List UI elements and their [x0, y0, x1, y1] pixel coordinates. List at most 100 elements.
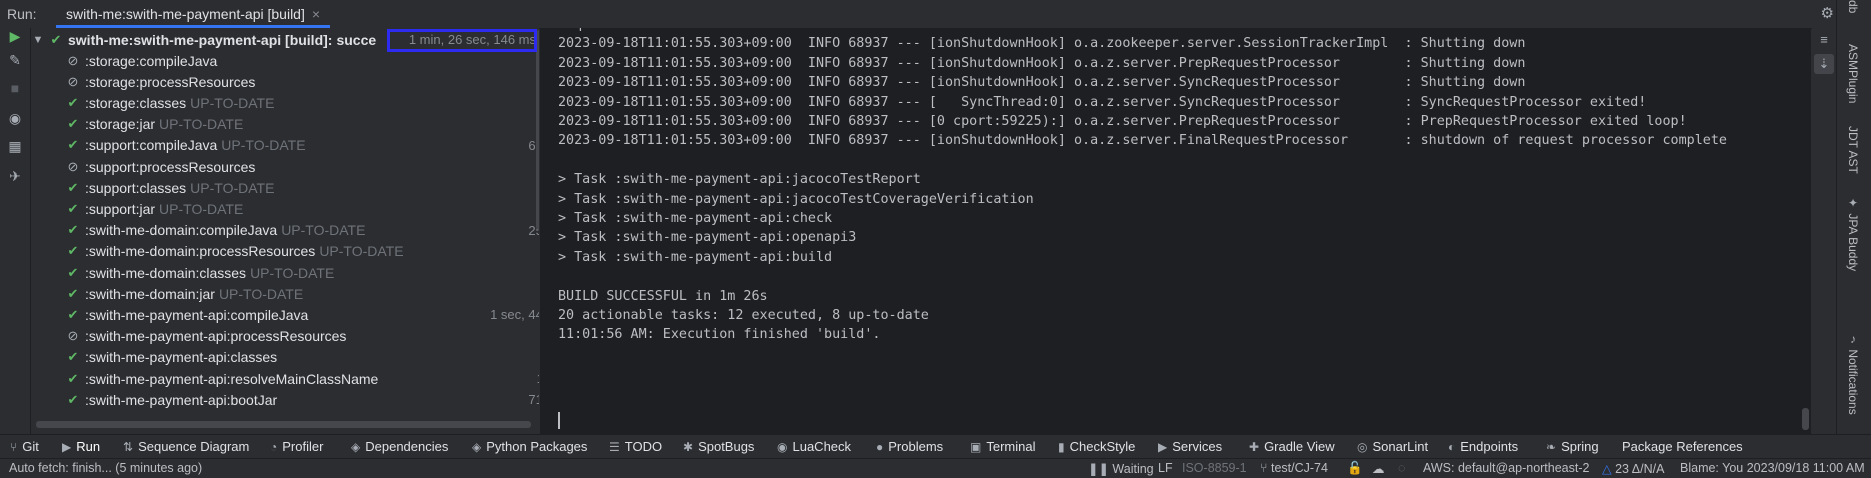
- toolwindow-label: CheckStyle: [1069, 439, 1136, 454]
- stop-icon[interactable]: ■: [6, 80, 24, 98]
- tree-task-row[interactable]: ✔:support:compileJavaUP-TO-DATE688 ms: [31, 135, 539, 156]
- toolwindow-dependencies[interactable]: ◈ Dependencies: [351, 439, 448, 454]
- tree-task-row[interactable]: ⊘:support:processResources: [31, 156, 539, 177]
- toolwindow-run[interactable]: ▶ Run: [62, 439, 100, 454]
- task-status: UP-TO-DATE: [218, 285, 304, 302]
- auto-fetch-status[interactable]: Auto fetch: finish... (5 minutes ago): [9, 461, 202, 475]
- bell-icon: ♪: [1846, 332, 1860, 350]
- console-output[interactable]: requests2023-09-18T11:01:55.303+09:00 IN…: [544, 28, 1811, 434]
- toolwindow-package-references[interactable]: Package References: [1622, 439, 1743, 454]
- console-line: 2023-09-18T11:01:55.303+09:00 INFO 68937…: [558, 75, 1526, 91]
- sequence-diagram-icon: ⇅: [123, 439, 134, 454]
- toolwindow-checkstyle[interactable]: ▮ CheckStyle: [1058, 439, 1135, 454]
- tree-task-row[interactable]: ✔:swith-me-domain:compileJava UP-TO-DATE 2…: [31, 220, 539, 241]
- soft-wrap-icon[interactable]: ≡: [1814, 30, 1834, 50]
- waiting-indicator[interactable]: ❚❚ Waiting: [1088, 461, 1154, 476]
- lock-icon[interactable]: 🔓: [1347, 461, 1363, 476]
- tree-task-row[interactable]: ⊘ :swith-me-payment-api:processResources: [31, 326, 539, 347]
- git-branch[interactable]: ⑂ test/CJ-74: [1260, 461, 1328, 475]
- tab-title: swith-me:swith-me-payment-api [build]: [66, 5, 305, 22]
- check-icon: ✔: [67, 116, 79, 132]
- check-icon: ✔: [67, 306, 79, 322]
- close-tab-icon[interactable]: ×: [312, 6, 320, 22]
- console-scrollbar[interactable]: [1802, 408, 1809, 430]
- console-line: > Task :swith-me-payment-api:check: [558, 211, 833, 226]
- run-config-tab[interactable]: swith-me:swith-me-payment-api [build] ×: [56, 0, 331, 28]
- jdt-ast-tab[interactable]: JDT AST: [1846, 126, 1860, 174]
- tree-task-row[interactable]: ✔:storage:jarUP-TO-DATE1 ms: [31, 114, 539, 135]
- luacheck-icon: ◉: [777, 439, 788, 454]
- skipped-icon: ⊘: [67, 52, 79, 68]
- console-line: > Task :swith-me-payment-api:build: [558, 249, 833, 265]
- tree-task-row[interactable]: ✔:swith-me-domain:classesUP-TO-DATE1 ms: [31, 262, 539, 283]
- pause-icon: ❚❚: [1088, 462, 1113, 476]
- toolwindow-profiler[interactable]: ◔ Profiler: [270, 439, 323, 454]
- toolwindow-terminal[interactable]: ▣ Terminal: [970, 439, 1035, 454]
- aws-profile[interactable]: AWS: default@ap-northeast-2: [1423, 461, 1589, 475]
- tree-task-row[interactable]: ✔:support:classes UP-TO-DATE: [31, 177, 539, 198]
- toolwindow-sonarlint[interactable]: ◎ SonarLint: [1357, 439, 1428, 454]
- sonarlint-status[interactable]: △ 23 Δ/N/A: [1602, 461, 1664, 476]
- tree-task-row[interactable]: ✔:swith-me-domain:jarUP-TO-DATE2 ms: [31, 283, 539, 304]
- console-line: 2023-09-18T11:01:55.303+09:00 INFO 68937…: [558, 55, 1526, 71]
- task-name: :swith-me-payment-api:processResources: [85, 328, 347, 345]
- git-blame[interactable]: Blame: You 2023/09/18 11:00 AM: [1680, 461, 1865, 475]
- python-packages-icon: ◈: [472, 439, 482, 454]
- console-line: BUILD SUCCESSFUL in 1m 26s: [558, 288, 768, 304]
- tree-task-row[interactable]: ✔:swith-me-payment-api:resolveMainClassN…: [31, 368, 539, 389]
- check-icon: ✔: [67, 94, 79, 110]
- toolwindow-sequence-diagram[interactable]: ⇅ Sequence Diagram: [123, 439, 249, 454]
- chevron-down-icon[interactable]: ▼: [31, 34, 45, 46]
- toolwindow-problems[interactable]: ● Problems: [876, 439, 943, 454]
- line-separator[interactable]: LF: [1158, 461, 1173, 475]
- tree-horizontal-scrollbar[interactable]: [36, 421, 531, 428]
- toolwindow-services[interactable]: ▶ Services: [1158, 439, 1222, 454]
- tree-task-row[interactable]: ✔:swith-me-payment-api:compileJava 1 sec,…: [31, 304, 539, 325]
- rerun-icon[interactable]: ▶: [6, 28, 24, 46]
- toolwindow-label: LuaCheck: [792, 439, 852, 454]
- task-name: :swith-me-payment-api:bootJar: [85, 391, 278, 408]
- jpa-buddy-tab[interactable]: ✦ JPA Buddy: [1846, 196, 1860, 271]
- tree-task-row[interactable]: ⊘:storage:compileJava: [31, 50, 539, 71]
- info-icon[interactable]: ◌: [1398, 461, 1405, 475]
- file-encoding[interactable]: ISO-8859-1: [1182, 461, 1247, 475]
- task-name: :swith-me-domain:compileJava: [85, 222, 278, 239]
- toolwindow-spring[interactable]: ❧ Spring: [1546, 439, 1599, 454]
- toolwindow-luacheck[interactable]: ◉ LuaCheck: [777, 439, 851, 454]
- task-name: :support:classes: [85, 179, 187, 196]
- asmplugin-tab[interactable]: ASMPlugin: [1846, 44, 1860, 103]
- terminal-icon: ▣: [970, 439, 982, 454]
- toolwindow-label: Package References: [1622, 439, 1743, 454]
- tree-task-row[interactable]: ✔:swith-me-payment-api:classes: [31, 347, 539, 368]
- tree-task-row[interactable]: ✔:storage:classes UP-TO-DATE: [31, 92, 539, 113]
- toolwindow-label: SpotBugs: [698, 439, 755, 454]
- toolwindow-endpoints[interactable]: ◐ Endpoints: [1448, 439, 1518, 454]
- right-strip-top-label[interactable]: db: [1846, 0, 1860, 13]
- tree-task-row[interactable]: ✔:swith-me-domain:processResources UP-TO-…: [31, 241, 539, 262]
- toolwindow-label: Sequence Diagram: [138, 439, 250, 454]
- toolwindow-label: TODO: [624, 439, 663, 454]
- console-line: > Task :swith-me-payment-api:jacocoTestR…: [558, 172, 921, 188]
- tree-task-row[interactable]: ⊘:storage:processResources: [31, 71, 539, 92]
- scroll-to-end-icon[interactable]: ⇣: [1814, 54, 1834, 74]
- gear-icon[interactable]: ⚙: [1821, 4, 1834, 22]
- layout-icon[interactable]: ▦: [6, 138, 24, 156]
- toolwindow-python-packages[interactable]: ◈ Python Packages: [472, 439, 587, 454]
- cloud-settings-icon[interactable]: ☁: [1372, 461, 1385, 476]
- pin-icon[interactable]: ✈: [6, 168, 24, 186]
- toolwindow-spotbugs[interactable]: ✱ SpotBugs: [683, 439, 754, 454]
- toolwindow-gradle-view[interactable]: ✚ Gradle View: [1249, 439, 1335, 454]
- tree-task-row[interactable]: ✔:swith-me-payment-api:bootJar 718 ms: [31, 389, 539, 410]
- task-status: UP-TO-DATE: [250, 264, 335, 281]
- toolwindow-todo[interactable]: ☰ TODO: [609, 439, 662, 454]
- toolwindow-git[interactable]: ⑂ Git: [10, 439, 39, 454]
- console-line: 11:01:56 AM: Execution finished 'build'.: [558, 327, 881, 343]
- tree-task-row[interactable]: ✔:support:jarUP-TO-DATE2 ms: [31, 198, 539, 219]
- toolwindow-label: Profiler: [282, 439, 324, 454]
- skipped-icon: ⊘: [67, 328, 79, 344]
- wrench-icon[interactable]: ✎: [6, 52, 24, 70]
- check-icon: ✔: [50, 31, 62, 47]
- tree-vertical-scrollbar[interactable]: [536, 30, 539, 230]
- notifications-tab[interactable]: ♪ Notifications: [1846, 332, 1860, 415]
- eye-icon[interactable]: ◉: [6, 110, 24, 128]
